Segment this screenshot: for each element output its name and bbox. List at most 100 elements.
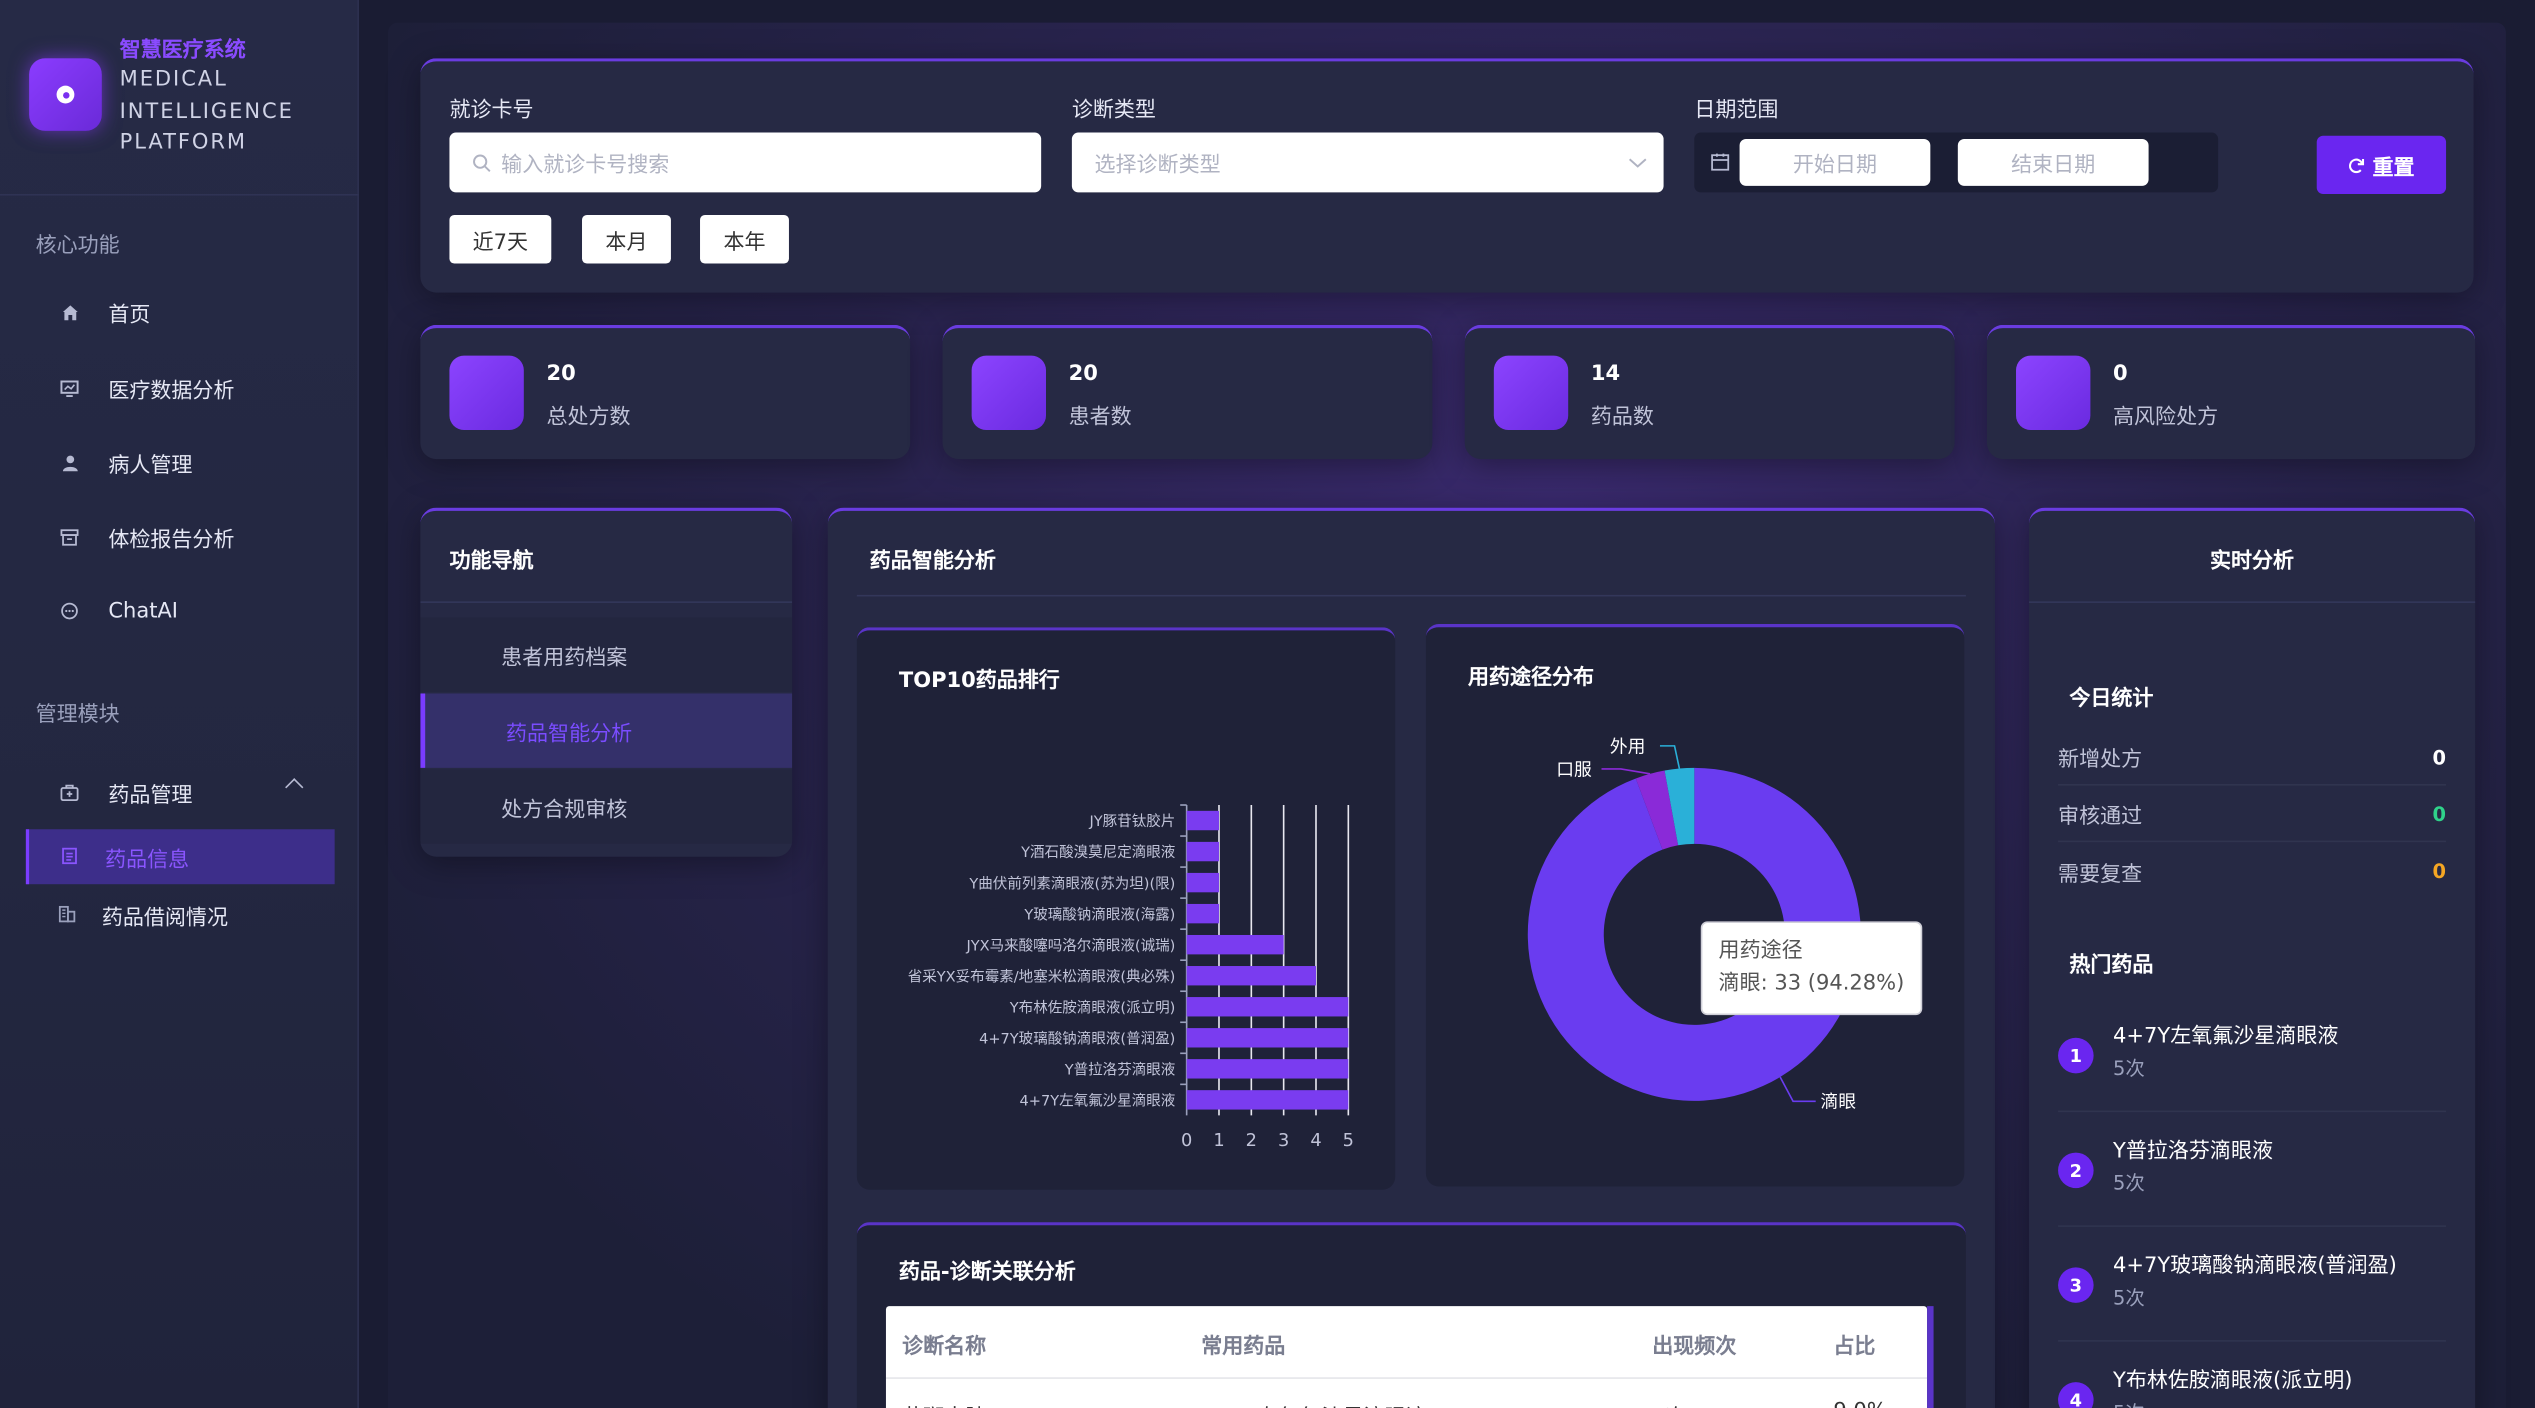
sidebar-item-label: 病人管理 <box>108 453 193 478</box>
sidebar-subitem-label: 药品信息 <box>105 847 190 873</box>
today-stat-row: 审核通过 0 <box>2058 787 2447 843</box>
sidebar-subitem-label: 药品借阅情况 <box>101 906 228 931</box>
card-number-label: 就诊卡号 <box>449 98 534 123</box>
start-date-placeholder: 开始日期 <box>1792 153 1877 178</box>
hot-drug-name: 4+7Y左氧氟沙星滴眼液 <box>2113 1024 2339 1050</box>
label-line <box>1779 1076 1816 1103</box>
sidebar-item-chatai[interactable]: ChatAI <box>0 584 359 639</box>
reset-label: 重置 <box>2372 155 2415 181</box>
stat-label: 高风险处方 <box>2113 405 2219 430</box>
bar <box>1186 841 1219 862</box>
chevron-up-icon[interactable] <box>285 778 304 797</box>
sidebar-item-drug-mgmt[interactable]: 药品管理 <box>0 765 359 820</box>
y-tick-label: Y普拉洛芬滴眼液 <box>1064 1060 1176 1078</box>
bar <box>1186 1090 1349 1110</box>
y-tick-label: JYX马来酸噻吗洛尔滴眼液(诚瑞) <box>965 936 1175 954</box>
stat-icon <box>449 355 524 430</box>
stat-value: 0 <box>2113 362 2128 387</box>
hot-drug-item: 2 Y普拉洛芬滴眼液 5次 <box>2058 1114 2447 1227</box>
sidebar-item-patients[interactable]: 病人管理 <box>0 435 359 490</box>
rank-badge: 1 <box>2058 1037 2094 1074</box>
brand-line-3: PLATFORM <box>119 130 247 156</box>
rank-badge: 4 <box>2058 1382 2094 1408</box>
today-stat-value: 0 <box>2432 746 2447 769</box>
divider <box>885 1377 1928 1379</box>
diagnosis-type-label: 诊断类型 <box>1071 98 1156 123</box>
sidebar-item-label: 药品管理 <box>108 783 193 808</box>
brand-subtitle: MEDICAL INTELLIGENCE PLATFORM <box>120 65 346 160</box>
nav-drug-analysis[interactable]: 药品智能分析 <box>420 693 793 768</box>
end-date-input[interactable]: 结束日期 <box>1957 139 2149 186</box>
chevron-down-icon <box>1628 158 1647 168</box>
start-date-input[interactable]: 开始日期 <box>1739 139 1931 186</box>
assoc-table: 诊断名称 常用药品 出现频次 占比 黄斑水肿 4+7Y左氧氟沙星滴眼液 2次 9… <box>885 1306 1928 1408</box>
y-tick-label: 4+7Y左氧氟沙星滴眼液 <box>1020 1092 1176 1110</box>
hot-drug-count: 5次 <box>2113 1398 2145 1408</box>
stat-card-patients: 20 患者数 <box>942 324 1433 460</box>
hot-drug-name: 4+7Y玻璃酸钠滴眼液(普润盈) <box>2113 1254 2397 1279</box>
bar <box>1186 966 1316 986</box>
medkit-icon <box>58 781 81 804</box>
y-tick-label: 省采YX妥布霉素/地塞米松滴眼液(典必殊) <box>908 967 1176 985</box>
top10-chart-card: TOP10药品排行 0 1 2 3 4 5 JY豚苷钛胶片 Y酒石酸溴莫尼定滴眼液 Y曲伏前列素… <box>856 627 1396 1190</box>
sidebar-item-label: 医疗数据分析 <box>108 379 235 404</box>
table-cell: 4+7Y左氧氟沙星滴眼液 <box>1201 1400 1426 1408</box>
table-cell: 9.0% <box>1833 1400 1886 1408</box>
quick-month-button[interactable]: 本月 <box>582 214 671 264</box>
calendar-icon <box>1711 153 1730 171</box>
stat-label: 总处方数 <box>546 405 631 430</box>
divider <box>0 193 359 196</box>
x-tick-label: 1 <box>1213 1130 1224 1151</box>
hot-drug-count: 5次 <box>2113 1057 2145 1080</box>
nav-prescription-audit[interactable]: 处方合规审核 <box>420 769 793 844</box>
chart-tooltip: 用药途径 滴眼: 33 (94.28%) <box>1700 921 1923 1016</box>
stat-card-prescriptions: 20 总处方数 <box>420 324 911 460</box>
sidebar-item-home[interactable]: 首页 <box>0 285 359 340</box>
date-range-picker[interactable]: 开始日期 结束日期 <box>1694 132 2219 193</box>
sidebar: 智慧医疗系统 MEDICAL INTELLIGENCE PLATFORM 核心功… <box>0 0 359 1408</box>
today-stat-label: 需要复查 <box>2058 862 2143 887</box>
x-tick-label: 4 <box>1310 1130 1321 1151</box>
bar <box>1186 903 1219 924</box>
sidebar-subitem-drug-info[interactable]: 药品信息 <box>25 829 335 885</box>
brand-title: 智慧医疗系统 <box>119 38 246 64</box>
building-icon <box>58 905 77 924</box>
end-date-placeholder: 结束日期 <box>2011 153 2096 178</box>
hot-drug-name: Y布林佐胺滴眼液(派立明) <box>2113 1369 2353 1394</box>
card-number-input[interactable]: 输入就诊卡号搜索 <box>449 132 1042 193</box>
sidebar-subitem-drug-borrow[interactable]: 药品借阅情况 <box>26 887 335 942</box>
sidebar-item-label: ChatAI <box>108 598 179 624</box>
quick-7days-button[interactable]: 近7天 <box>449 214 552 264</box>
user-icon <box>58 451 81 474</box>
stat-value: 14 <box>1590 362 1621 387</box>
rank-badge: 3 <box>2058 1267 2094 1303</box>
stat-icon <box>971 355 1047 430</box>
y-tick-label: 4+7Y玻璃酸钠滴眼液(普润盈) <box>979 1029 1175 1047</box>
x-tick-label: 5 <box>1343 1130 1354 1151</box>
quick-year-button[interactable]: 本年 <box>700 214 789 264</box>
hot-drug-item: 4 Y布林佐胺滴眼液(派立明) 5次 <box>2058 1343 2446 1408</box>
tooltip-title: 用药途径 <box>1718 939 1803 964</box>
tooltip-value: 滴眼: 33 (94.28%) <box>1718 971 1905 996</box>
bar <box>1186 997 1349 1017</box>
hot-drug-count: 5次 <box>2113 1286 2145 1310</box>
scrollbar[interactable] <box>1927 1306 1934 1408</box>
chart-icon <box>58 377 81 400</box>
y-tick-label: JY豚苷钛胶片 <box>1089 813 1176 830</box>
sidebar-item-label: 体检报告分析 <box>108 527 235 553</box>
bar <box>1186 810 1219 831</box>
refresh-icon <box>2349 157 2365 173</box>
nav-patient-drug-records[interactable]: 患者用药档案 <box>420 617 793 692</box>
reset-button[interactable]: 重置 <box>2316 135 2447 194</box>
label-line <box>1659 745 1681 769</box>
table-cell: 2次 <box>1652 1400 1686 1408</box>
sidebar-item-data-analysis[interactable]: 医疗数据分析 <box>0 360 359 415</box>
diagnosis-type-placeholder: 选择诊断类型 <box>1094 153 1221 178</box>
diagnosis-type-select[interactable]: 选择诊断类型 <box>1071 132 1664 193</box>
chat-icon <box>58 600 81 623</box>
bar <box>1186 1028 1349 1048</box>
brand-line-2: INTELLIGENCE <box>119 99 294 124</box>
sidebar-item-exam-report[interactable]: 体检报告分析 <box>0 509 359 564</box>
report-icon <box>58 525 81 548</box>
label-line <box>1601 768 1651 775</box>
